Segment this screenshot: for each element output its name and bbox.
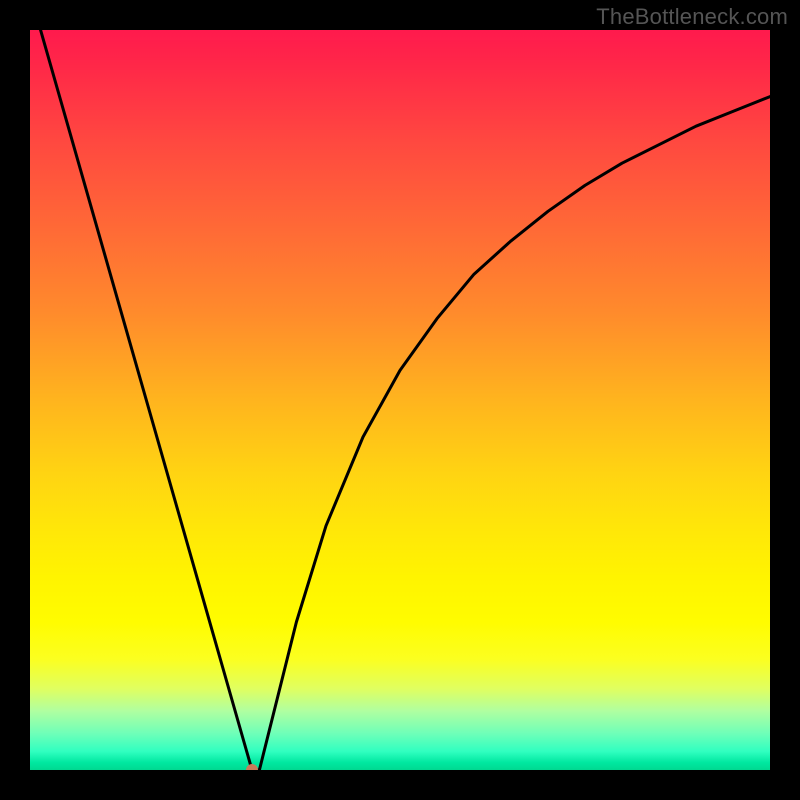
watermark-text: TheBottleneck.com [596,4,788,30]
minimum-marker [246,764,258,770]
bottleneck-curve [30,30,770,770]
chart-svg [30,30,770,770]
plot-area [30,30,770,770]
